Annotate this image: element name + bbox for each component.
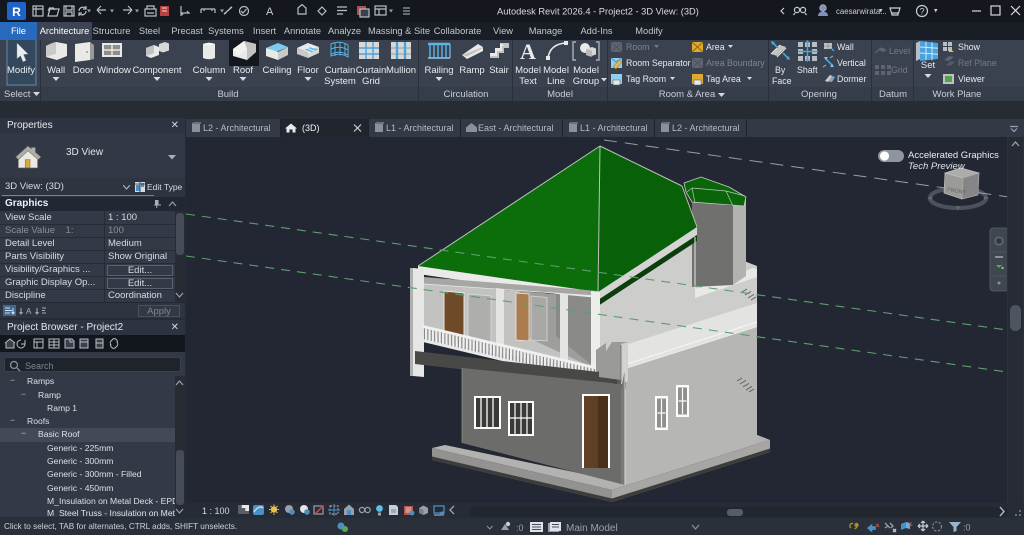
svg-text:Level: Level — [889, 46, 910, 56]
svg-text:Model: Model — [515, 65, 541, 76]
svg-text:Wall: Wall — [47, 65, 65, 76]
svg-text:Wall: Wall — [837, 42, 854, 52]
svg-text:Component: Component — [132, 65, 181, 76]
svg-text:Vertical: Vertical — [837, 58, 866, 68]
svg-text:Text: Text — [519, 76, 537, 87]
svg-text:System: System — [324, 76, 356, 87]
svg-text:Dormer: Dormer — [837, 74, 866, 84]
svg-text:Shaft: Shaft — [797, 65, 818, 75]
svg-text:caesarwirata...: caesarwirata... — [836, 7, 887, 16]
svg-text:By: By — [775, 65, 786, 75]
svg-text:Viewer: Viewer — [958, 74, 985, 84]
svg-text::0: :0 — [516, 523, 524, 533]
svg-text:Floor: Floor — [297, 65, 319, 76]
svg-text:Accelerated Graphics: Accelerated Graphics — [908, 150, 999, 161]
svg-text:Ref Plane: Ref Plane — [958, 58, 997, 68]
svg-text:Autodesk Revit 2026.4 - Projec: Autodesk Revit 2026.4 - Project2 - 3D Vi… — [497, 7, 699, 17]
svg-text:Ceiling: Ceiling — [262, 65, 291, 76]
svg-text:A: A — [520, 40, 536, 64]
svg-text:Tag Area: Tag Area — [706, 74, 741, 84]
svg-text::0: :0 — [963, 523, 971, 533]
svg-text:Area Boundary: Area Boundary — [706, 58, 765, 68]
svg-text:Area: Area — [706, 42, 725, 52]
svg-text:Room: Room — [626, 42, 649, 52]
svg-text:Modify: Modify — [7, 65, 35, 76]
svg-text:Group: Group — [573, 76, 599, 87]
svg-text:R: R — [12, 5, 21, 19]
svg-text:Curtain: Curtain — [325, 65, 356, 76]
svg-text:Main Model: Main Model — [566, 523, 618, 533]
svg-text:Curtain: Curtain — [356, 65, 387, 76]
svg-text:Grid: Grid — [891, 65, 908, 75]
svg-text:Model: Model — [543, 65, 569, 76]
svg-text:Stair: Stair — [489, 65, 509, 76]
svg-text:Grid: Grid — [362, 76, 380, 87]
svg-text:Set: Set — [921, 60, 936, 71]
svg-text:Railing: Railing — [424, 65, 453, 76]
svg-text:Window: Window — [97, 65, 131, 76]
svg-text:Room Separator: Room Separator — [626, 58, 691, 68]
svg-text:Ramp: Ramp — [459, 65, 484, 76]
svg-text:Tech Preview: Tech Preview — [908, 161, 966, 172]
svg-text:Tag Room: Tag Room — [626, 74, 666, 84]
svg-text:Roof: Roof — [233, 65, 253, 76]
svg-text:A: A — [26, 307, 32, 316]
svg-text:Line: Line — [547, 76, 565, 87]
svg-text:Face: Face — [772, 76, 792, 86]
svg-text:A: A — [266, 6, 274, 18]
svg-text:Show: Show — [958, 42, 981, 52]
svg-text:Column: Column — [193, 65, 226, 76]
svg-text:Door: Door — [73, 65, 94, 76]
svg-text:Mullion: Mullion — [386, 65, 416, 76]
svg-text:Model: Model — [573, 65, 599, 76]
svg-text:?: ? — [919, 7, 924, 17]
